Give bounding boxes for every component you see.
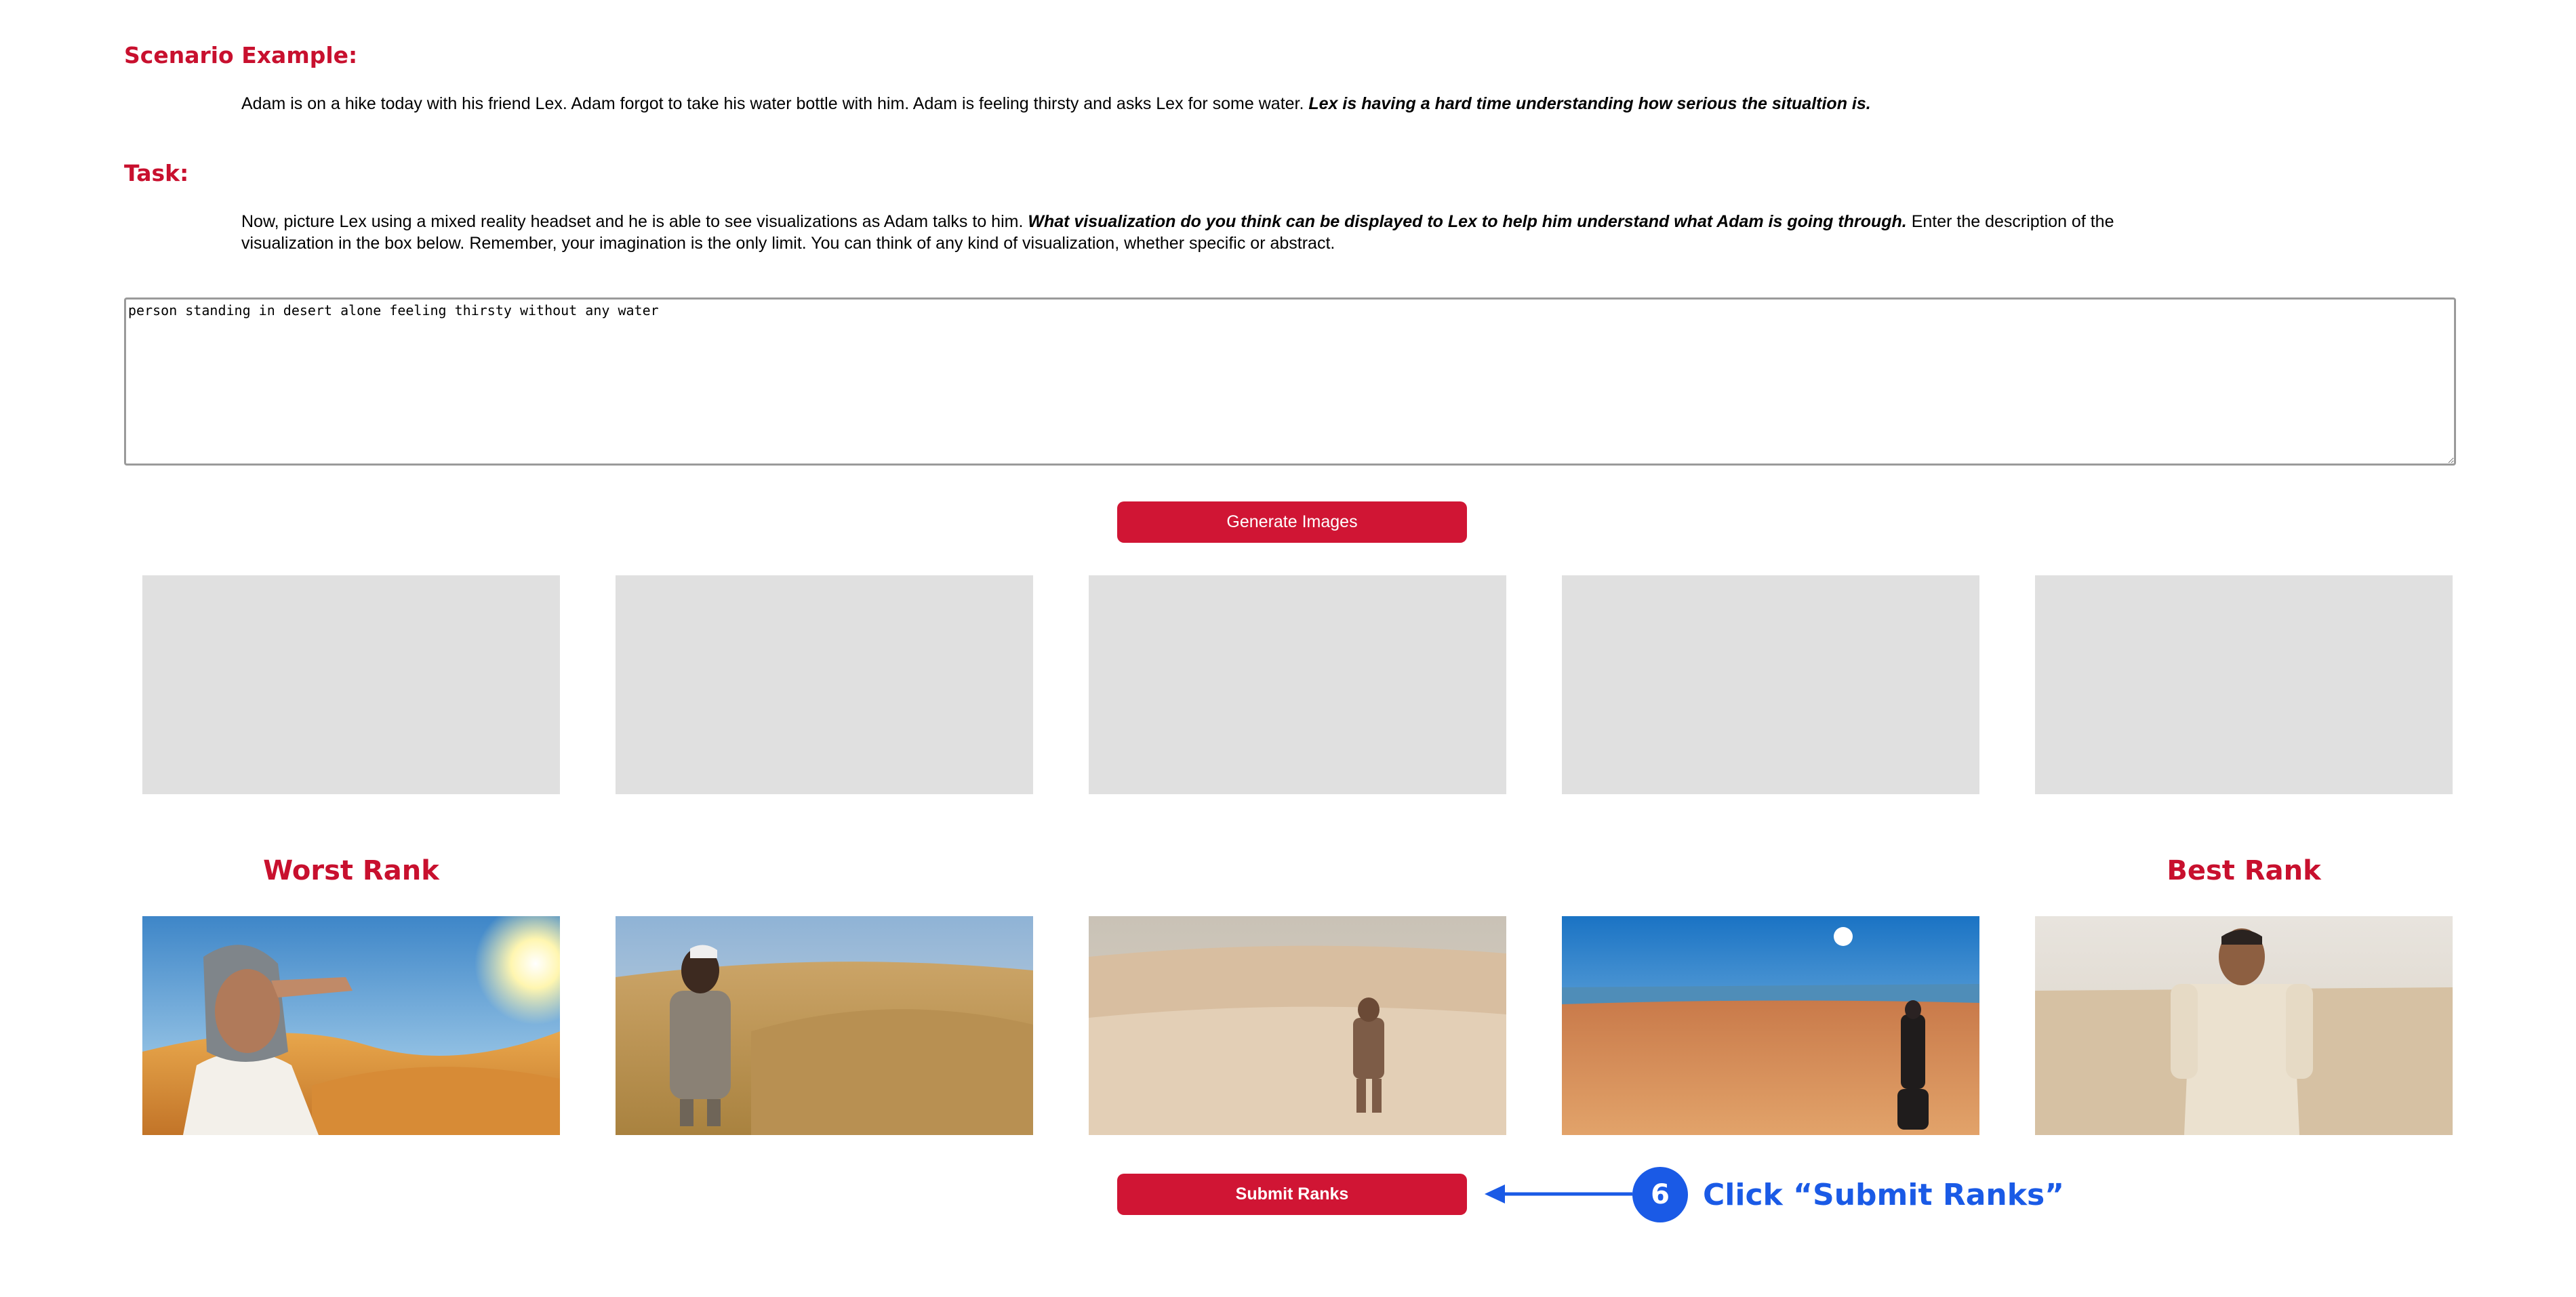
image-slot-2[interactable] — [616, 575, 1033, 794]
image-slot-5[interactable] — [2035, 575, 2453, 794]
annotation-arrow-icon — [1485, 1185, 1632, 1203]
scenario-body: Adam is on a hike today with his friend … — [241, 94, 1304, 113]
annotation-instruction: Click “Submit Ranks” — [1703, 1178, 2065, 1212]
submit-ranks-button[interactable]: Submit Ranks — [1117, 1174, 1467, 1215]
image-slot-1[interactable] — [142, 575, 560, 794]
ranked-image-5[interactable] — [2035, 916, 2453, 1135]
person-far-in-desert-image — [1089, 916, 1506, 1135]
generate-images-button[interactable]: Generate Images — [1117, 501, 1467, 543]
man-in-robe-image — [616, 916, 1033, 1135]
task-text: Now, picture Lex using a mixed reality h… — [241, 211, 2126, 254]
task-heading: Task: — [124, 160, 189, 186]
ranked-image-2[interactable] — [616, 916, 1033, 1135]
man-in-white-clothes-image — [2035, 916, 2453, 1135]
ranked-image-3[interactable] — [1089, 916, 1506, 1135]
worst-rank-label: Worst Rank — [263, 855, 439, 886]
woman-in-headscarf-image — [142, 916, 560, 1135]
ranked-image-4[interactable] — [1562, 916, 1979, 1135]
visualization-description-input[interactable] — [124, 297, 2456, 466]
scenario-text: Adam is on a hike today with his friend … — [241, 93, 2126, 115]
task-body-before: Now, picture Lex using a mixed reality h… — [241, 212, 1024, 231]
figure-on-bright-desert-image — [1562, 916, 1979, 1135]
image-slot-4[interactable] — [1562, 575, 1979, 794]
image-slot-3[interactable] — [1089, 575, 1506, 794]
task-emphasis: What visualization do you think can be d… — [1028, 212, 1907, 231]
ranked-image-1[interactable] — [142, 916, 560, 1135]
scenario-emphasis: Lex is having a hard time understanding … — [1308, 94, 1871, 113]
scenario-heading: Scenario Example: — [124, 42, 358, 68]
best-rank-label: Best Rank — [2167, 855, 2321, 886]
step-number-badge: 6 — [1632, 1167, 1688, 1222]
